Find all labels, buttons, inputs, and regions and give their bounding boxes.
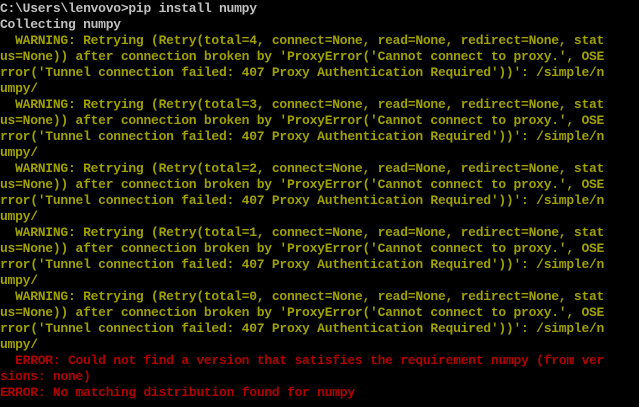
command-line: C:\Users\lenvovo>pip install numpy — [0, 1, 257, 16]
warning-line: rror('Tunnel connection failed: 407 Prox… — [0, 193, 605, 208]
warning-line: rror('Tunnel connection failed: 407 Prox… — [0, 321, 605, 336]
warning-line: WARNING: Retrying (Retry(total=2, connec… — [0, 161, 605, 176]
error-line: ERROR: No matching distribution found fo… — [0, 385, 355, 400]
warning-line: rror('Tunnel connection failed: 407 Prox… — [0, 65, 605, 80]
console-output[interactable]: C:\Users\lenvovo>pip install numpy Colle… — [0, 0, 639, 407]
warning-line: WARNING: Retrying (Retry(total=0, connec… — [0, 289, 605, 304]
warning-line: us=None)) after connection broken by 'Pr… — [0, 241, 605, 256]
warning-line: rror('Tunnel connection failed: 407 Prox… — [0, 129, 605, 144]
warning-line: us=None)) after connection broken by 'Pr… — [0, 305, 605, 320]
error-line: sions: none) — [0, 369, 91, 384]
warning-line: umpy/ — [0, 273, 38, 288]
error-line: ERROR: Could not find a version that sat… — [0, 353, 605, 368]
warning-line: umpy/ — [0, 209, 38, 224]
warning-line: us=None)) after connection broken by 'Pr… — [0, 177, 605, 192]
warning-line: WARNING: Retrying (Retry(total=1, connec… — [0, 225, 605, 240]
warning-line: umpy/ — [0, 337, 38, 352]
warning-line: umpy/ — [0, 145, 38, 160]
warning-line: umpy/ — [0, 81, 38, 96]
warning-line: WARNING: Retrying (Retry(total=3, connec… — [0, 97, 605, 112]
status-line: Collecting numpy — [0, 17, 121, 32]
warning-line: us=None)) after connection broken by 'Pr… — [0, 49, 605, 64]
warning-line: us=None)) after connection broken by 'Pr… — [0, 113, 605, 128]
warning-line: WARNING: Retrying (Retry(total=4, connec… — [0, 33, 605, 48]
warning-line: rror('Tunnel connection failed: 407 Prox… — [0, 257, 605, 272]
